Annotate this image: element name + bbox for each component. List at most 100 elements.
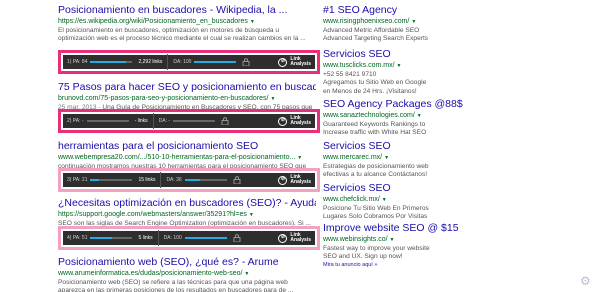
divider — [152, 113, 154, 129]
ad-title-link[interactable]: Servicios SEO — [323, 182, 498, 195]
mozbar-da: DA: 100 — [173, 59, 192, 65]
ad-line: Guaranteed Keywords Rankings to — [323, 121, 426, 128]
pa-meter — [90, 179, 133, 181]
da-meter — [184, 237, 227, 239]
ad-item: Servicios SEO www.tusclicks.com.mx/ ▼ +5… — [323, 48, 498, 96]
mozbar-links: 15 links — [138, 177, 156, 183]
ad-line: Lugares Solo Cobramos Por Visitas — [323, 213, 428, 221]
ad-item: Improve website SEO @ $15 www.webinsight… — [323, 222, 498, 262]
ad-title-link[interactable]: SEO Agency Packages @88$ — [323, 98, 498, 111]
highlight-box: 1) PA: 84 2,292 links DA: 100 ⊘ Link Analys… — [58, 50, 320, 74]
ad-item: #1 SEO Agency www.risingphoenixseo.com/ … — [323, 4, 498, 44]
pa-meter — [86, 120, 129, 122]
ad-line: en Menos de 24 Hrs. ¡Visitanos! — [323, 87, 417, 95]
ad-line: Fastest way to improve your website — [323, 245, 430, 252]
ad-line: Agregamos tu Sitio Web en Google — [323, 79, 427, 87]
da-meter — [173, 120, 216, 122]
link-analysis-button[interactable]: ⊘ Link Analysis — [278, 232, 311, 244]
mozbar: 2) PA: - - links DA: - ⊘ Link Analysis — [63, 113, 315, 129]
result-snippet: Posicionamiento web (SEO) se refiere a l… — [58, 279, 294, 292]
ad-item: Servicios SEO www.chefclick.mx/ ▼ Posici… — [323, 182, 498, 222]
mozbar-pa: 3) PA: 21 — [67, 177, 88, 183]
divider — [157, 230, 159, 246]
result-title-link[interactable]: 75 Pasos para hacer SEO y posicionamient… — [58, 81, 316, 94]
caret-down-icon[interactable]: ▼ — [411, 19, 416, 25]
mozbar: 3) PA: 21 15 links DA: 36 ⊘ Link Analysis — [63, 172, 315, 188]
ad-line: Advanced Targeting Search Experts — [323, 35, 429, 43]
ad-line: Advanced Metric Affordable SEO — [323, 27, 420, 34]
mozbar-pa: 4) PA: 51 — [67, 235, 88, 241]
ad-url: www.webinsights.co/ ▼ — [323, 236, 395, 243]
ad-url: www.mercarec.mx/ ▼ — [323, 154, 390, 161]
ad-item: SEO Agency Packages @88$ www.sanaztechno… — [323, 98, 498, 138]
ad-line: SEO and UX. Sign up now! — [323, 253, 403, 261]
link-analysis-button[interactable]: ⊘ Link Analysis — [278, 115, 311, 127]
ad-title-link[interactable]: Servicios SEO — [323, 48, 498, 61]
ad-url: www.tusclicks.com.mx/ ▼ — [323, 62, 402, 69]
result-url: https://support.google.com/webmasters/an… — [58, 211, 254, 218]
ad-url: www.chefclick.mx/ ▼ — [323, 196, 387, 203]
ad-title-link[interactable]: Servicios SEO — [323, 140, 498, 153]
mozbar-da: DA: 100 — [163, 235, 182, 241]
pa-meter — [90, 61, 133, 63]
mozbar-da: DA: - — [158, 118, 171, 124]
ad-title-link[interactable]: #1 SEO Agency — [323, 4, 498, 17]
caret-down-icon[interactable]: ▼ — [397, 63, 402, 69]
mozbar-links: 5 links — [138, 235, 153, 241]
mozbar-pa: 2) PA: - — [67, 118, 84, 124]
link-analysis-icon: ⊘ — [278, 57, 288, 67]
highlight-box: 3) PA: 21 15 links DA: 36 ⊘ Link Analysis — [58, 168, 320, 192]
result-title-link[interactable]: Posicionamiento en buscadores - Wikipedi… — [58, 4, 316, 17]
ad-line: Increase traffic with White Hat SEO — [323, 129, 427, 137]
search-result: Posicionamiento web (SEO), ¿qué es? - Ar… — [58, 256, 316, 292]
result-title-link[interactable]: Posicionamiento web (SEO), ¿qué es? - Ar… — [58, 256, 316, 269]
ad-line: efectivas a tu alcance Contáctanos! — [323, 171, 428, 179]
result-url: www.arumeinformatica.es/dudas/posicionam… — [58, 270, 250, 277]
link-analysis-button[interactable]: ⊘ Link Analysis — [278, 174, 311, 186]
lock-icon — [233, 234, 241, 242]
search-result: Posicionamiento en buscadores - Wikipedi… — [58, 4, 316, 43]
caret-down-icon[interactable]: ▼ — [390, 237, 395, 243]
lock-icon — [221, 117, 229, 125]
caret-down-icon[interactable]: ▼ — [417, 113, 422, 119]
caret-down-icon[interactable]: ▼ — [384, 155, 389, 161]
mozbar-da: DA: 36 — [166, 177, 182, 183]
da-meter — [194, 61, 237, 63]
divider — [160, 172, 162, 188]
result-url: brunovd.com/75-pasos-para-seo-y-posicion… — [58, 95, 276, 102]
ad-url: www.sanaztechnologies.com/ ▼ — [323, 112, 422, 119]
result-title-link[interactable]: herramientas para el posicionamiento SEO — [58, 140, 316, 153]
ad-item: Servicios SEO www.mercarec.mx/ ▼ Estrate… — [323, 140, 498, 180]
highlight-box: 4) PA: 51 5 links DA: 100 ⊘ Link Analysis — [58, 226, 320, 250]
da-meter — [184, 179, 227, 181]
link-analysis-icon: ⊘ — [278, 233, 288, 243]
mozbar-links: 2,292 links — [138, 59, 163, 65]
highlight-box: 2) PA: - - links DA: - ⊘ Link Analysis — [58, 109, 320, 133]
caret-down-icon[interactable]: ▼ — [382, 197, 387, 203]
divider — [167, 54, 169, 70]
result-title-link[interactable]: ¿Necesitas optimización en buscadores (S… — [58, 197, 316, 210]
ad-phone[interactable]: +52 55 8421 9710 — [323, 71, 498, 79]
see-your-ad-link[interactable]: Mira tu anuncio aquí » — [323, 262, 377, 268]
caret-down-icon[interactable]: ▼ — [270, 96, 275, 102]
result-url: https://es.wikipedia.org/wiki/Posicionam… — [58, 18, 255, 25]
mozbar: 1) PA: 84 2,292 links DA: 100 ⊘ Link Analys… — [63, 54, 315, 70]
mozbar-links: - links — [134, 118, 148, 124]
caret-down-icon[interactable]: ▼ — [249, 212, 254, 218]
ad-line: Posicione Tu Sitio Web En Primeros — [323, 205, 429, 212]
result-snippet: El posicionamiento en buscadores, optimi… — [58, 27, 306, 43]
lock-icon — [243, 58, 250, 66]
gear-icon[interactable]: ⚙ — [580, 275, 592, 287]
ad-url: www.risingphoenixseo.com/ ▼ — [323, 18, 417, 25]
ad-line: Estrategias de posicionamiento web — [323, 163, 429, 170]
lock-icon — [233, 176, 241, 184]
link-analysis-icon: ⊘ — [278, 175, 288, 185]
caret-down-icon[interactable]: ▼ — [297, 155, 302, 161]
mozbar: 4) PA: 51 5 links DA: 100 ⊘ Link Analysis — [63, 230, 315, 246]
mozbar-pa: 1) PA: 84 — [67, 59, 88, 65]
caret-down-icon[interactable]: ▼ — [250, 19, 255, 25]
caret-down-icon[interactable]: ▼ — [244, 271, 249, 277]
result-url: www.webempresa20.com/.../510-10-herramie… — [58, 154, 303, 161]
ad-title-link[interactable]: Improve website SEO @ $15 — [323, 222, 498, 235]
link-analysis-button[interactable]: ⊘ Link Analysis — [278, 56, 311, 68]
